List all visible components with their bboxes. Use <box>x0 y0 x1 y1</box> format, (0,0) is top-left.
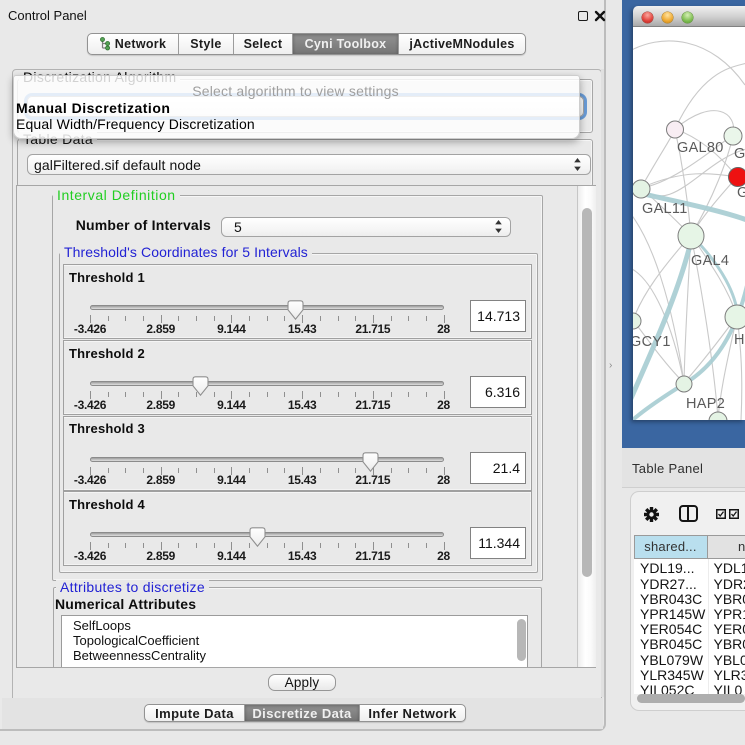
svg-text:GAL11: GAL11 <box>642 201 688 217</box>
svg-text:G: G <box>737 185 745 201</box>
svg-text:H: H <box>734 332 745 348</box>
svg-text:GAL80: GAL80 <box>677 140 724 156</box>
svg-text:GAL4: GAL4 <box>691 253 729 269</box>
svg-text:HAP2: HAP2 <box>686 396 725 412</box>
svg-text:G: G <box>734 146 745 162</box>
svg-text:GCY1: GCY1 <box>633 334 671 350</box>
